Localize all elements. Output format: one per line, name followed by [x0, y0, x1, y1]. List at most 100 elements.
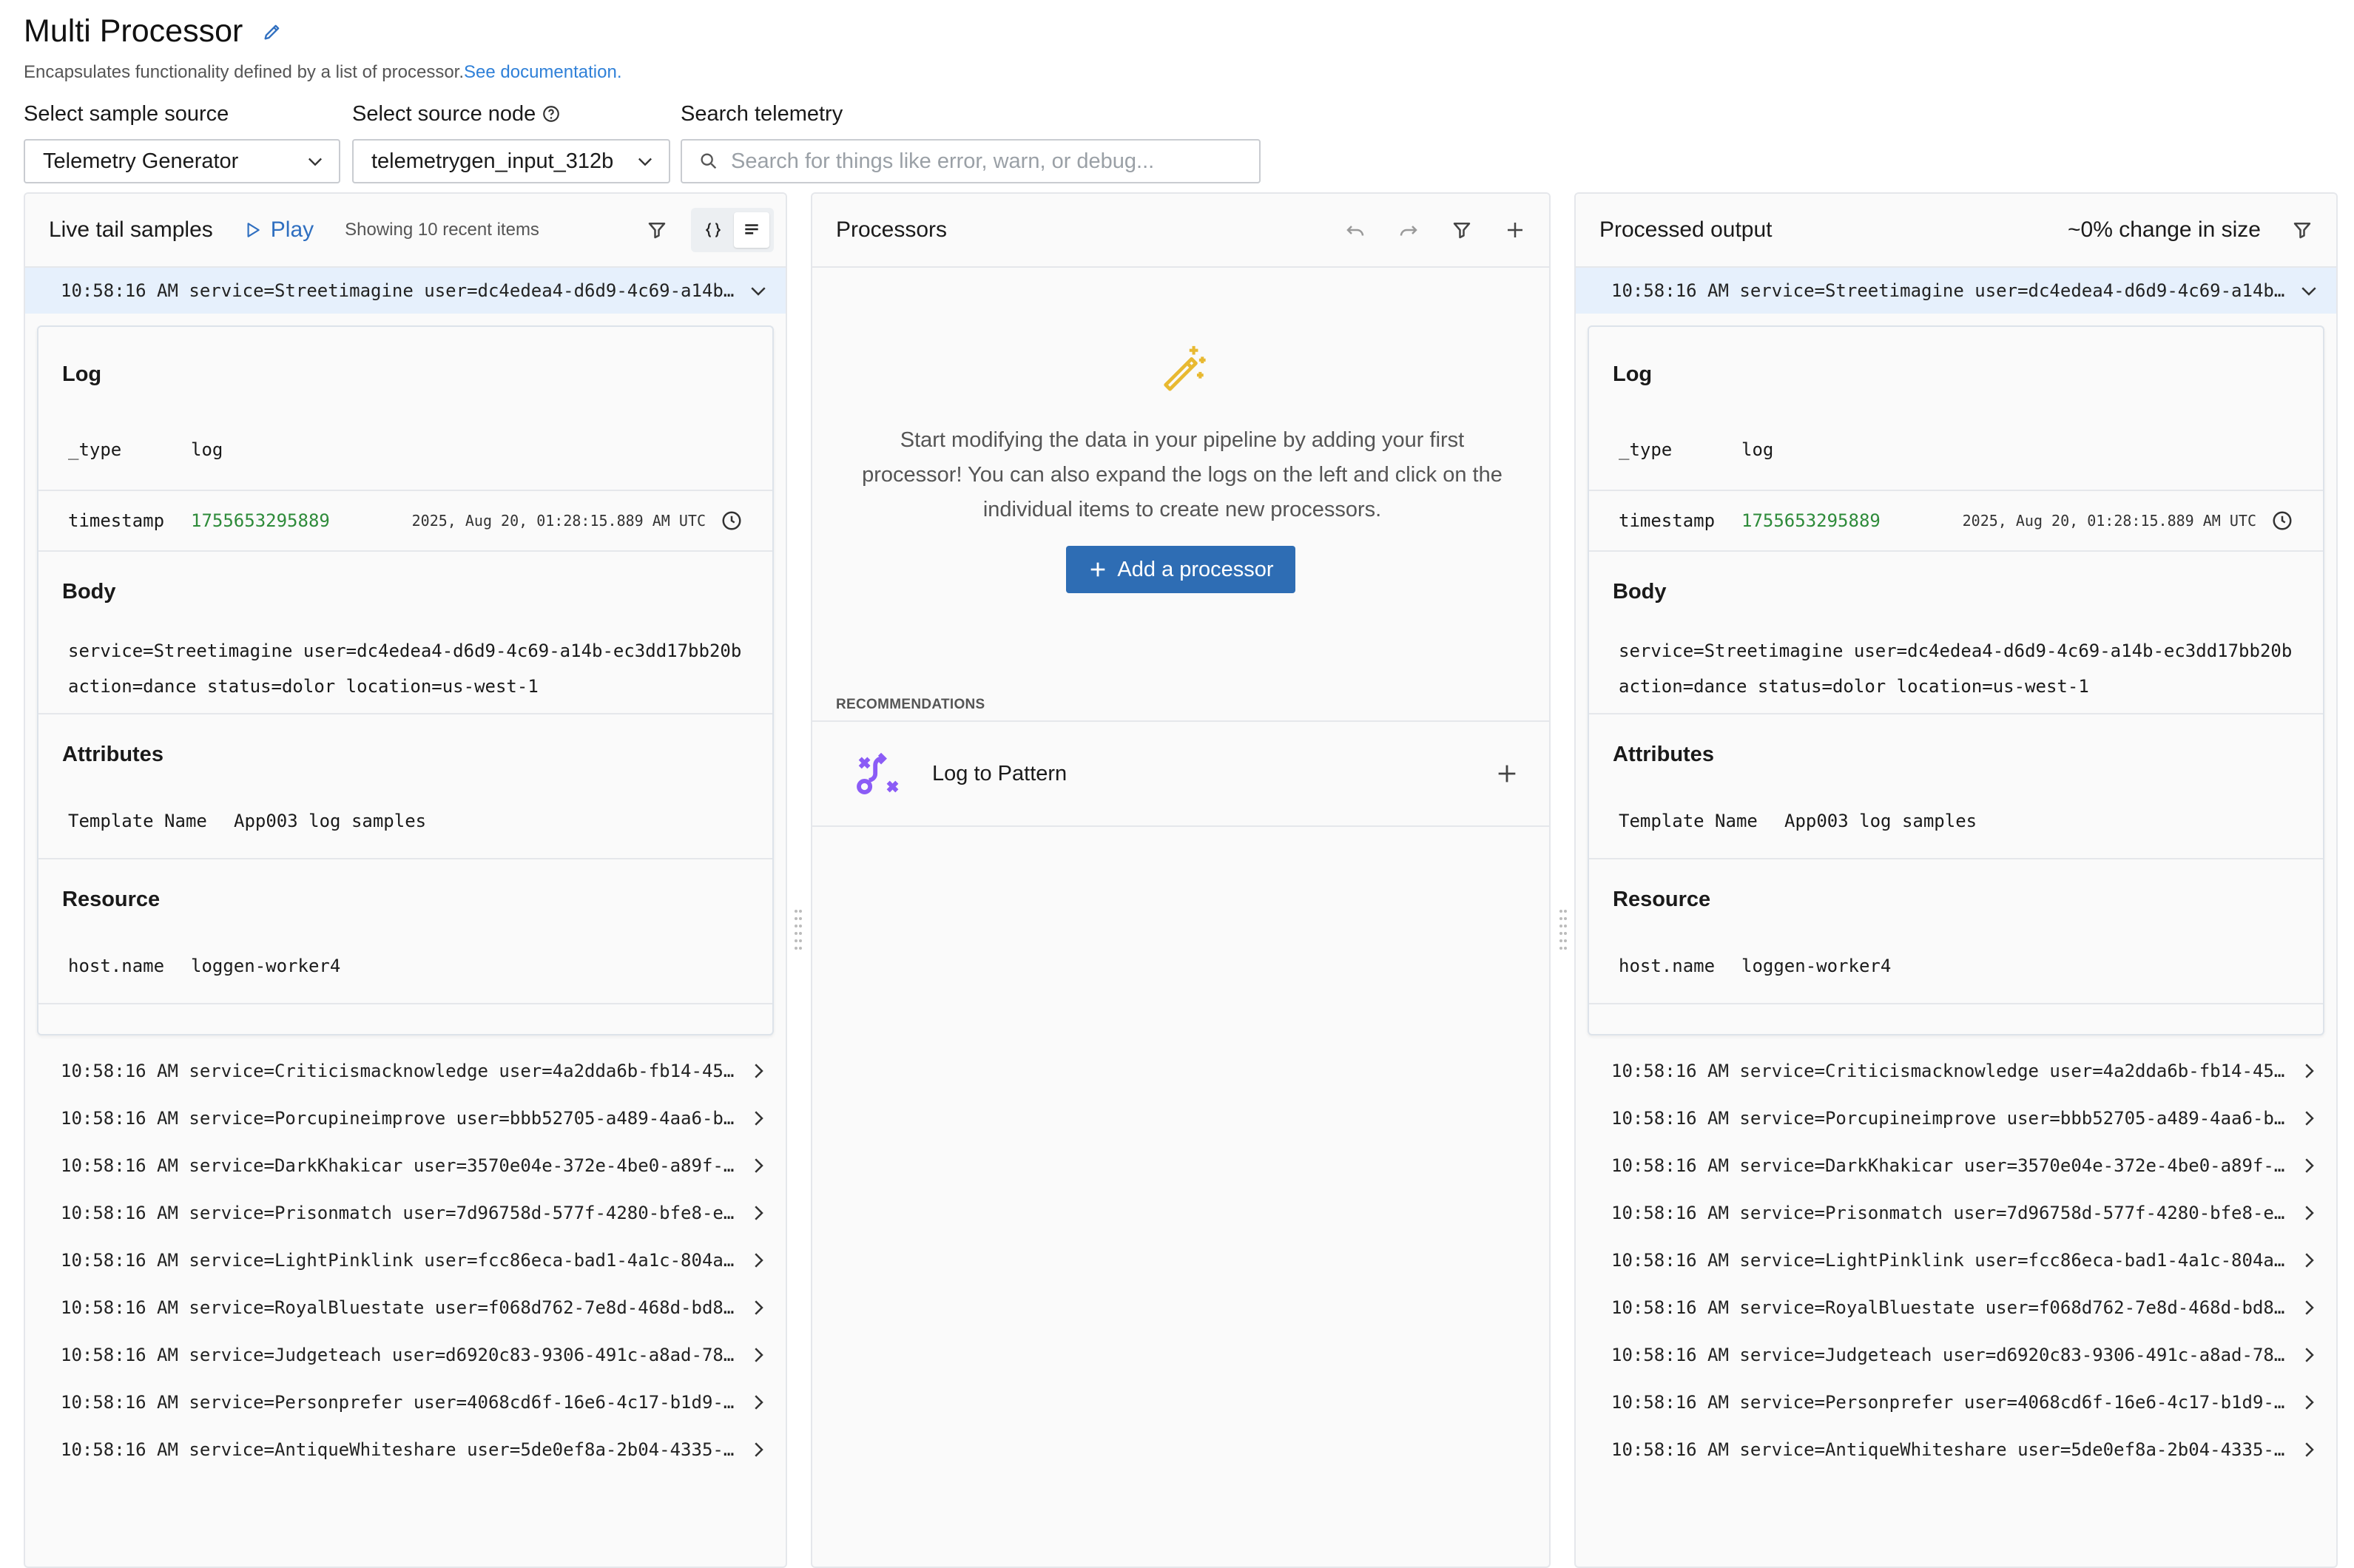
attributes-heading: Attributes — [62, 743, 163, 766]
size-change-label: ~0% change in size — [2067, 217, 2261, 242]
log-row[interactable]: 10:58:16 AM service=AntiqueWhiteshare us… — [25, 1426, 786, 1473]
chevron-right-icon — [755, 1206, 763, 1220]
log-row[interactable]: 10:58:16 AM service=RoyalBluestate user=… — [1576, 1284, 2336, 1331]
attribute-row[interactable]: Template Name App003 log samples — [1589, 775, 2323, 858]
search-icon — [701, 153, 717, 169]
chevron-right-icon — [755, 1158, 763, 1173]
pattern-icon — [857, 752, 899, 794]
chevron-right-icon — [755, 1253, 763, 1268]
magic-wand-icon — [1164, 345, 1206, 391]
resource-row[interactable]: host.name loggen-worker4 — [1589, 920, 2323, 1003]
selected-log-row[interactable]: 10:58:16 AM service=Streetimagine user=d… — [1576, 268, 2336, 314]
play-icon — [247, 223, 260, 237]
search-input[interactable]: Search for things like error, warn, or d… — [681, 139, 1261, 183]
recommendations-label: RECOMMENDATIONS — [836, 697, 985, 712]
live-tail-actions — [645, 194, 774, 266]
log-row[interactable]: 10:58:16 AM service=Criticismacknowledge… — [25, 1047, 786, 1095]
log-row[interactable]: 10:58:16 AM service=Porcupineimprove use… — [1576, 1095, 2336, 1142]
showing-count: Showing 10 recent items — [345, 220, 539, 240]
log-row[interactable]: 10:58:16 AM service=DarkKhakicar user=35… — [25, 1142, 786, 1189]
chevron-right-icon — [2305, 1395, 2314, 1410]
timestamp-row[interactable]: timestamp 1755653295889 2025, Aug 20, 01… — [38, 491, 772, 550]
search-telemetry-control: Search telemetry Search for things like … — [681, 101, 1261, 183]
chevron-down-icon — [2301, 287, 2316, 296]
processed-output-title: Processed output — [1599, 217, 1773, 242]
pencil-icon[interactable] — [262, 21, 283, 42]
add-recommendation-icon[interactable] — [1494, 761, 1520, 786]
filter-icon[interactable] — [645, 218, 669, 242]
resize-handle[interactable] — [793, 907, 803, 954]
live-tail-header: Live tail samples Play Showing 10 recent… — [25, 194, 786, 268]
log-row[interactable]: 10:58:16 AM service=AntiqueWhiteshare us… — [1576, 1426, 2336, 1473]
chevron-right-icon — [2305, 1300, 2314, 1315]
sample-source-control: Select sample source Telemetry Generator — [24, 101, 340, 183]
processors-actions — [1343, 194, 1527, 266]
view-toggle — [691, 208, 774, 252]
log-row[interactable]: 10:58:16 AM service=Judgeteach user=d692… — [1576, 1331, 2336, 1379]
add-processor-button[interactable]: Add a processor — [1066, 546, 1295, 593]
log-row[interactable]: 10:58:16 AM service=LightPinklink user=f… — [1576, 1237, 2336, 1284]
log-row[interactable]: 10:58:16 AM service=Porcupineimprove use… — [25, 1095, 786, 1142]
body-content[interactable]: service=Streetimagine user=dc4edea4-d6d9… — [38, 612, 772, 713]
processed-output-header: Processed output ~0% change in size — [1576, 194, 2336, 268]
body-heading: Body — [1613, 580, 1667, 604]
chevron-right-icon — [755, 1395, 763, 1410]
recommendation-item[interactable]: Log to Pattern — [812, 720, 1549, 827]
text-view-icon[interactable] — [734, 212, 769, 248]
processors-title: Processors — [836, 217, 948, 242]
attribute-row[interactable]: Template Name App003 log samples — [38, 775, 772, 858]
play-button[interactable]: Play — [243, 217, 314, 243]
help-icon[interactable] — [542, 104, 561, 124]
chevron-right-icon — [2305, 1442, 2314, 1457]
resource-row[interactable]: host.name loggen-worker4 — [38, 920, 772, 1003]
processed-output-actions: ~0% change in size — [2068, 194, 2314, 266]
filter-icon[interactable] — [2290, 218, 2314, 242]
json-view-icon[interactable] — [695, 212, 731, 248]
log-row[interactable]: 10:58:16 AM service=DarkKhakicar user=35… — [1576, 1142, 2336, 1189]
source-node-control: Select source node telemetrygen_input_31… — [352, 101, 670, 183]
log-row[interactable]: 10:58:16 AM service=Prisonmatch user=7d9… — [25, 1189, 786, 1237]
undo-icon[interactable] — [1343, 218, 1367, 242]
search-telemetry-label: Search telemetry — [681, 101, 843, 126]
source-node-select[interactable]: telemetrygen_input_312b — [352, 139, 670, 183]
log-heading: Log — [1613, 362, 1653, 386]
chevron-right-icon — [755, 1064, 763, 1078]
see-documentation-link[interactable]: See documentation. — [464, 62, 621, 82]
add-icon[interactable] — [1503, 218, 1527, 242]
chevron-right-icon — [2305, 1064, 2314, 1078]
source-node-label: Select source node — [352, 101, 670, 127]
chevron-right-icon — [755, 1300, 763, 1315]
log-row[interactable]: 10:58:16 AM service=Personprefer user=40… — [1576, 1379, 2336, 1426]
redo-icon[interactable] — [1397, 218, 1420, 242]
type-row[interactable]: _type log — [1589, 395, 2323, 490]
body-content[interactable]: service=Streetimagine user=dc4edea4-d6d9… — [1589, 612, 2323, 713]
filter-icon[interactable] — [1450, 218, 1474, 242]
log-row[interactable]: 10:58:16 AM service=Criticismacknowledge… — [1576, 1047, 2336, 1095]
log-row[interactable]: 10:58:16 AM service=LightPinklink user=f… — [25, 1237, 786, 1284]
plus-icon — [1091, 562, 1105, 577]
log-heading: Log — [62, 362, 102, 386]
chevron-right-icon — [755, 1111, 763, 1126]
clock-icon — [2273, 511, 2292, 530]
resource-heading: Resource — [1613, 888, 1711, 911]
log-row[interactable]: 10:58:16 AM service=RoyalBluestate user=… — [25, 1284, 786, 1331]
timestamp-row[interactable]: timestamp 1755653295889 2025, Aug 20, 01… — [1589, 491, 2323, 550]
log-row[interactable]: 10:58:16 AM service=Judgeteach user=d692… — [25, 1331, 786, 1379]
chevron-down-icon — [751, 287, 766, 296]
chevron-right-icon — [2305, 1206, 2314, 1220]
clock-icon — [722, 511, 741, 530]
chevron-right-icon — [755, 1348, 763, 1362]
sample-source-select[interactable]: Telemetry Generator — [24, 139, 340, 183]
log-row[interactable]: 10:58:16 AM service=Prisonmatch user=7d9… — [1576, 1189, 2336, 1237]
log-detail-card: Log _type log timestamp 1755653295889 20… — [37, 325, 774, 1035]
type-row[interactable]: _type log — [38, 395, 772, 490]
chevron-right-icon — [2305, 1111, 2314, 1126]
sample-source-label: Select sample source — [24, 101, 229, 126]
resize-handle[interactable] — [1558, 907, 1568, 954]
log-row[interactable]: 10:58:16 AM service=Personprefer user=40… — [25, 1379, 786, 1426]
page-title: Multi Processor — [24, 13, 243, 49]
chevron-right-icon — [755, 1442, 763, 1457]
selected-log-row[interactable]: 10:58:16 AM service=Streetimagine user=d… — [25, 268, 786, 314]
page-description: Encapsulates functionality defined by a … — [24, 62, 622, 82]
body-heading: Body — [62, 580, 116, 604]
